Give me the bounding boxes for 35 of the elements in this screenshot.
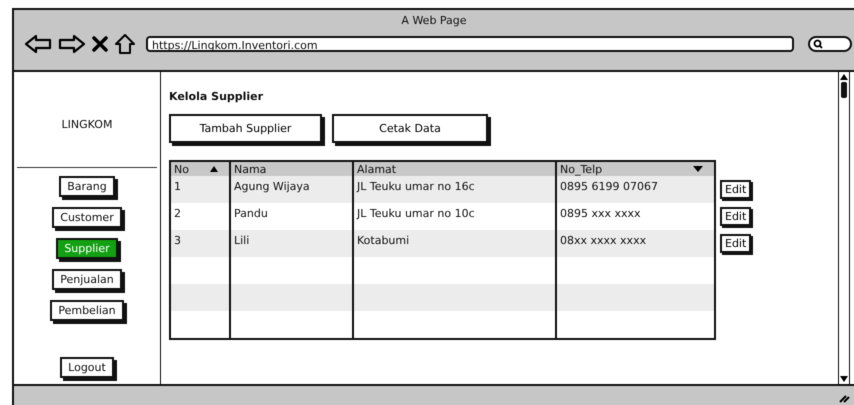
- scrollbar[interactable]: [838, 72, 850, 384]
- forward-icon[interactable]: [58, 34, 86, 54]
- edit-button[interactable]: Edit: [720, 234, 752, 253]
- edit-button[interactable]: Edit: [720, 207, 752, 226]
- resize-grip-icon[interactable]: [838, 393, 850, 403]
- close-icon[interactable]: [92, 36, 108, 52]
- search-field[interactable]: [808, 36, 852, 52]
- scroll-down-icon[interactable]: [840, 376, 848, 382]
- edit-button[interactable]: Edit: [720, 180, 752, 199]
- page-heading: Kelola Supplier: [169, 90, 264, 103]
- menu-button[interactable]: Penjualan: [52, 269, 122, 290]
- table-cell: 1: [171, 176, 231, 203]
- table-cell-text: 0895 xxx xxxx: [559, 206, 642, 222]
- search-icon: [813, 39, 823, 49]
- address-field[interactable]: https://Lingkom.Inventori.com: [146, 36, 794, 52]
- table-cell: Lili: [231, 230, 354, 257]
- table-cell: JL Teuku umar no 16c: [354, 176, 557, 203]
- brand-label: LINGKOM: [62, 118, 112, 131]
- window-title: A Web Page: [401, 14, 467, 27]
- scroll-up-icon[interactable]: [840, 74, 848, 80]
- menu-button[interactable]: Customer: [52, 207, 122, 228]
- table-cell: 3: [171, 230, 231, 257]
- action-button[interactable]: Cetak Data: [332, 114, 488, 143]
- table-cell: Kotabumi: [354, 230, 557, 257]
- column-header[interactable]: No_Telp: [557, 162, 714, 176]
- menu-button[interactable]: Pembelian: [50, 300, 124, 321]
- scrollbar-thumb[interactable]: [841, 82, 847, 98]
- logout-button[interactable]: Logout: [60, 357, 114, 378]
- table-cell-text: 08xx xxxx xxxx: [559, 233, 648, 249]
- back-icon[interactable]: [24, 34, 52, 54]
- action-button[interactable]: Tambah Supplier: [169, 114, 322, 143]
- table-cell-text: 0895 6199 07067: [559, 179, 659, 195]
- menu-button[interactable]: Barang: [59, 176, 115, 197]
- table-cell: Agung Wijaya: [231, 176, 354, 203]
- home-icon[interactable]: [114, 33, 136, 55]
